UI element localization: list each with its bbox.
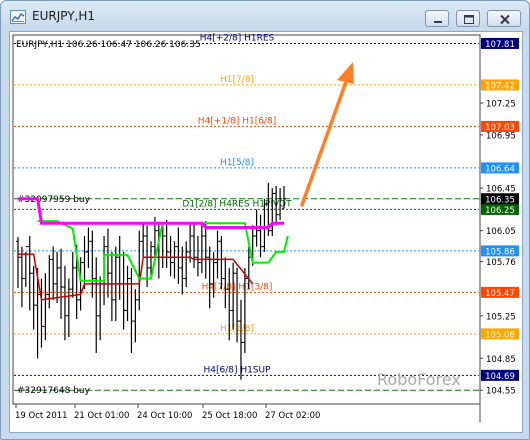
maximize-button[interactable] bbox=[456, 10, 480, 27]
level-price-tag-text: 104.69 bbox=[485, 372, 515, 382]
levels-layer: H4[+2/8] H1RES 107.81 H1[7/8] 107.42 H4[+1/8… bbox=[14, 33, 519, 382]
level-label: H1[5/8] bbox=[220, 158, 254, 168]
candle bbox=[129, 267, 134, 354]
level-price-tag-text: 105.47 bbox=[485, 289, 515, 299]
order-label: #32917648 buy bbox=[17, 386, 91, 396]
time-axis-label: 21 Oct 01:00 bbox=[74, 411, 129, 421]
level-price-tag-text: 106.64 bbox=[485, 164, 515, 174]
candle bbox=[125, 265, 130, 322]
candle bbox=[121, 251, 126, 330]
price-tick-label: 106.45 bbox=[486, 185, 516, 195]
candle bbox=[19, 246, 24, 308]
candle bbox=[195, 235, 200, 277]
minimize-button[interactable] bbox=[425, 10, 449, 27]
chart-window-icon bbox=[10, 10, 26, 24]
candle bbox=[242, 267, 247, 354]
candle bbox=[199, 225, 204, 274]
candle bbox=[184, 241, 189, 288]
price-tick-label: 106.05 bbox=[486, 227, 516, 237]
price-tick-label: 106.95 bbox=[486, 131, 516, 141]
candle bbox=[86, 227, 91, 268]
level-price-tag-text: 105.08 bbox=[485, 330, 515, 340]
candle bbox=[94, 257, 99, 354]
candle bbox=[141, 223, 146, 258]
candle bbox=[62, 265, 67, 341]
candle bbox=[43, 273, 48, 341]
candle bbox=[270, 188, 275, 236]
candle bbox=[168, 235, 173, 277]
trend-arrow bbox=[300, 62, 354, 207]
candle bbox=[70, 251, 75, 298]
candle bbox=[109, 251, 114, 322]
maximize-icon bbox=[464, 15, 474, 24]
close-icon bbox=[500, 14, 510, 25]
candle bbox=[55, 251, 60, 304]
level-price-tag-text: 107.42 bbox=[485, 81, 515, 91]
candle bbox=[98, 276, 103, 341]
candle bbox=[164, 220, 169, 268]
price-chart[interactable]: H4[+2/8] H1RES 107.81 H1[7/8] 107.42 H4[+1/8… bbox=[10, 32, 522, 432]
candle bbox=[16, 237, 20, 289]
candle bbox=[192, 223, 197, 268]
price-tick-label: 107.25 bbox=[486, 100, 516, 110]
level-label: H4[6/8] H1SUP bbox=[203, 365, 271, 375]
candles-layer bbox=[16, 182, 286, 380]
candle bbox=[90, 230, 95, 298]
time-axis-label: 24 Oct 10:00 bbox=[137, 411, 192, 421]
candle bbox=[47, 255, 52, 309]
candle bbox=[105, 228, 110, 298]
price-tick-label: 104.55 bbox=[486, 387, 516, 397]
watermark: RoboForex bbox=[377, 370, 461, 389]
candle bbox=[203, 221, 208, 279]
level-label: H1[7/8] bbox=[220, 75, 254, 85]
candle bbox=[31, 265, 36, 330]
level-label: H4[+1/8] H1[6/8] bbox=[198, 116, 276, 126]
level-price-tag-text: 106.25 bbox=[485, 206, 515, 216]
close-button[interactable] bbox=[487, 10, 521, 27]
chart-area[interactable]: H4[+2/8] H1RES 107.81 H1[7/8] 107.42 H4[+1/8… bbox=[9, 31, 523, 433]
candle bbox=[66, 278, 71, 338]
candle bbox=[117, 235, 122, 300]
chart-header: EURJPY,H1 106.26 106.47 106.26 106.35 bbox=[16, 40, 201, 50]
time-axis-label: 27 Oct 02:00 bbox=[265, 411, 320, 421]
candle bbox=[180, 246, 185, 295]
price-tick-label: 104.85 bbox=[486, 355, 516, 365]
price-tick-label: 105.25 bbox=[486, 312, 516, 322]
candle bbox=[27, 235, 32, 311]
time-axis-label: 25 Oct 18:00 bbox=[202, 411, 257, 421]
window-title: EURJPY,H1 bbox=[32, 9, 96, 23]
candle bbox=[176, 227, 181, 284]
level-price-tag-text: 105.86 bbox=[485, 247, 515, 257]
title-bar[interactable]: EURJPY,H1 bbox=[1, 1, 529, 31]
candle bbox=[133, 289, 138, 343]
candle bbox=[172, 241, 177, 279]
level-price-tag-text: 107.81 bbox=[485, 40, 515, 50]
candle bbox=[215, 230, 220, 279]
candle bbox=[207, 246, 212, 309]
candle bbox=[231, 262, 236, 330]
time-axis-label: 19 Oct 2011 bbox=[15, 411, 68, 421]
price-tick-label: 105.76 bbox=[486, 258, 516, 268]
candle bbox=[23, 246, 28, 288]
candle bbox=[219, 235, 224, 290]
level-label: H4[+2/8] H1RES bbox=[200, 33, 275, 43]
minimize-icon bbox=[434, 21, 442, 23]
current-price-tag-text: 106.35 bbox=[485, 195, 515, 205]
candle bbox=[59, 248, 64, 319]
chart-window: EURJPY,H1 H4[+2/8] H1RES 107.81 H1[7/8] 107… bbox=[0, 0, 530, 440]
plot-border bbox=[12, 34, 481, 405]
candle bbox=[51, 246, 56, 300]
